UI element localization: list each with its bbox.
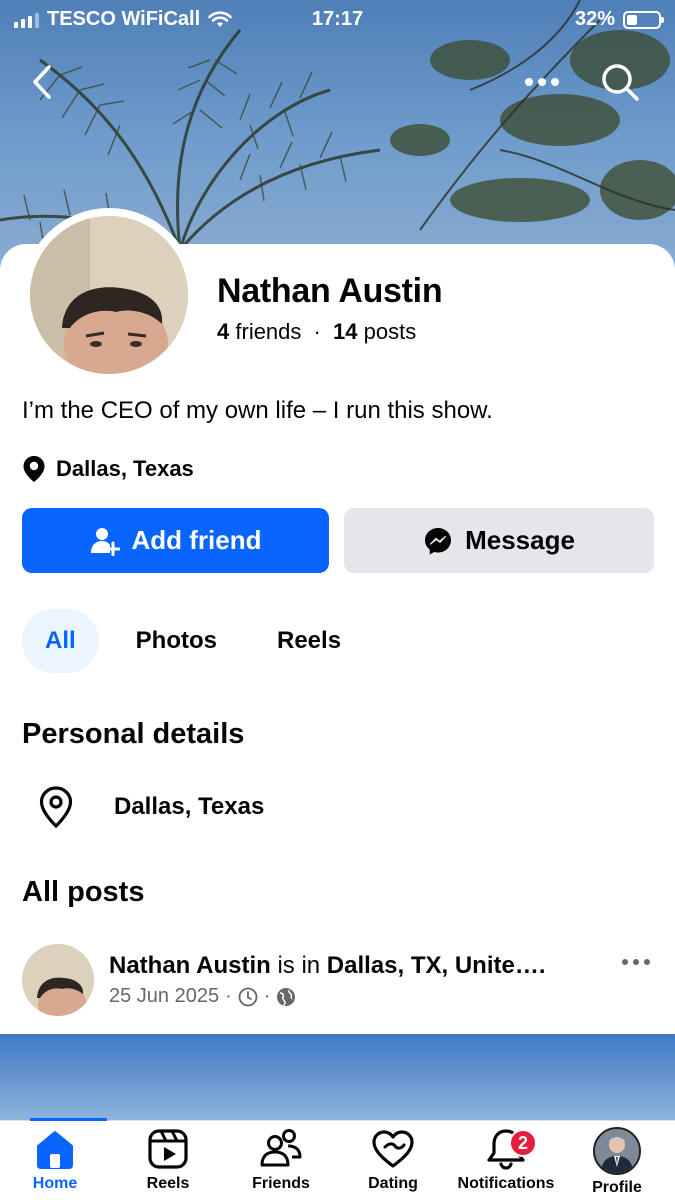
post-date[interactable]: 25 Jun 2025 xyxy=(109,985,219,1008)
friends-count[interactable]: 4 xyxy=(217,319,229,344)
nav-friends-label: Friends xyxy=(252,1175,310,1192)
profile-name: Nathan Austin xyxy=(217,272,443,310)
search-icon xyxy=(602,64,639,101)
profile-tabs: All Photos Reels xyxy=(22,609,378,673)
battery-icon xyxy=(623,10,664,29)
nav-home-label: Home xyxy=(32,1175,78,1192)
add-friend-label: Add friend xyxy=(131,525,262,555)
dating-heart-icon xyxy=(372,1130,414,1168)
tab-photos[interactable]: Photos xyxy=(113,609,240,673)
post-location[interactable]: Dallas, TX, Unite…. xyxy=(327,952,546,979)
profile-avatar[interactable] xyxy=(22,208,196,382)
profile-avatar-small xyxy=(593,1127,641,1175)
more-options-button[interactable] xyxy=(518,58,566,106)
friends-icon xyxy=(260,1129,302,1167)
battery-fill xyxy=(627,14,637,25)
nav-notifications[interactable]: 2 Notifications xyxy=(451,1127,561,1193)
posts-label: posts xyxy=(363,319,417,344)
profile-location-text: Dallas, Texas xyxy=(56,456,194,481)
status-bar: TESCO WiFiCall 17:17 32% xyxy=(0,0,675,40)
chevron-left-icon xyxy=(33,65,51,99)
profile-photo xyxy=(30,216,188,374)
globe-icon xyxy=(277,987,296,1006)
nav-reels[interactable]: Reels xyxy=(113,1127,223,1193)
location-outline-icon xyxy=(39,786,73,829)
post-header: Nathan Austin is in Dallas, TX, Unite…. xyxy=(109,952,609,980)
add-friend-icon xyxy=(90,527,120,556)
back-button[interactable] xyxy=(18,58,66,106)
profile-stats: 4 friends · 14 posts xyxy=(217,319,417,344)
notification-badge: 2 xyxy=(509,1129,537,1157)
personal-details-heading: Personal details xyxy=(22,718,245,750)
nav-notifications-label: Notifications xyxy=(457,1175,555,1192)
home-icon xyxy=(37,1131,73,1169)
posts-count: 14 xyxy=(333,319,358,344)
post-more-button[interactable] xyxy=(619,950,653,974)
message-button[interactable]: Message xyxy=(344,508,654,573)
post-connector: is in xyxy=(270,952,327,979)
nav-profile-label: Profile xyxy=(592,1179,642,1196)
all-posts-heading: All posts xyxy=(22,876,145,908)
post-author-name[interactable]: Nathan Austin xyxy=(109,952,271,979)
nav-friends[interactable]: Friends xyxy=(226,1127,336,1193)
nav-home[interactable]: Home xyxy=(0,1127,110,1193)
add-friend-button[interactable]: Add friend xyxy=(22,508,329,573)
bottom-navigation: Home Reels Friends Dating 2 Notification… xyxy=(0,1118,675,1200)
meta-separator: · xyxy=(263,985,271,1007)
nav-dating-label: Dating xyxy=(368,1175,418,1192)
active-tab-indicator xyxy=(30,1118,107,1121)
meta-separator: · xyxy=(225,985,232,1007)
nav-profile[interactable]: Profile xyxy=(562,1127,672,1197)
reels-icon xyxy=(148,1129,188,1169)
clock-icon xyxy=(238,987,258,1006)
profile-bio: I’m the CEO of my own life – I run this … xyxy=(22,397,493,424)
more-horizontal-icon xyxy=(525,78,559,86)
detail-location: Dallas, Texas xyxy=(38,785,264,829)
post-meta: 25 Jun 2025 · · xyxy=(109,985,296,1008)
detail-location-text: Dallas, Texas xyxy=(114,793,265,820)
location-pin-icon xyxy=(23,456,45,482)
nav-reels-label: Reels xyxy=(146,1175,190,1192)
post-author-avatar[interactable] xyxy=(22,944,94,1016)
tab-all[interactable]: All xyxy=(22,609,99,673)
more-horizontal-icon xyxy=(622,959,650,965)
messenger-icon xyxy=(425,527,452,554)
post-image[interactable] xyxy=(0,1034,675,1120)
friends-label[interactable]: friends xyxy=(235,319,301,344)
profile-location: Dallas, Texas xyxy=(22,455,194,483)
message-label: Message xyxy=(465,525,575,555)
search-button[interactable] xyxy=(596,58,644,106)
nav-dating[interactable]: Dating xyxy=(338,1127,448,1193)
battery-percent: 32% xyxy=(574,8,615,30)
tab-reels[interactable]: Reels xyxy=(254,609,364,673)
status-time: 17:17 xyxy=(311,8,364,30)
